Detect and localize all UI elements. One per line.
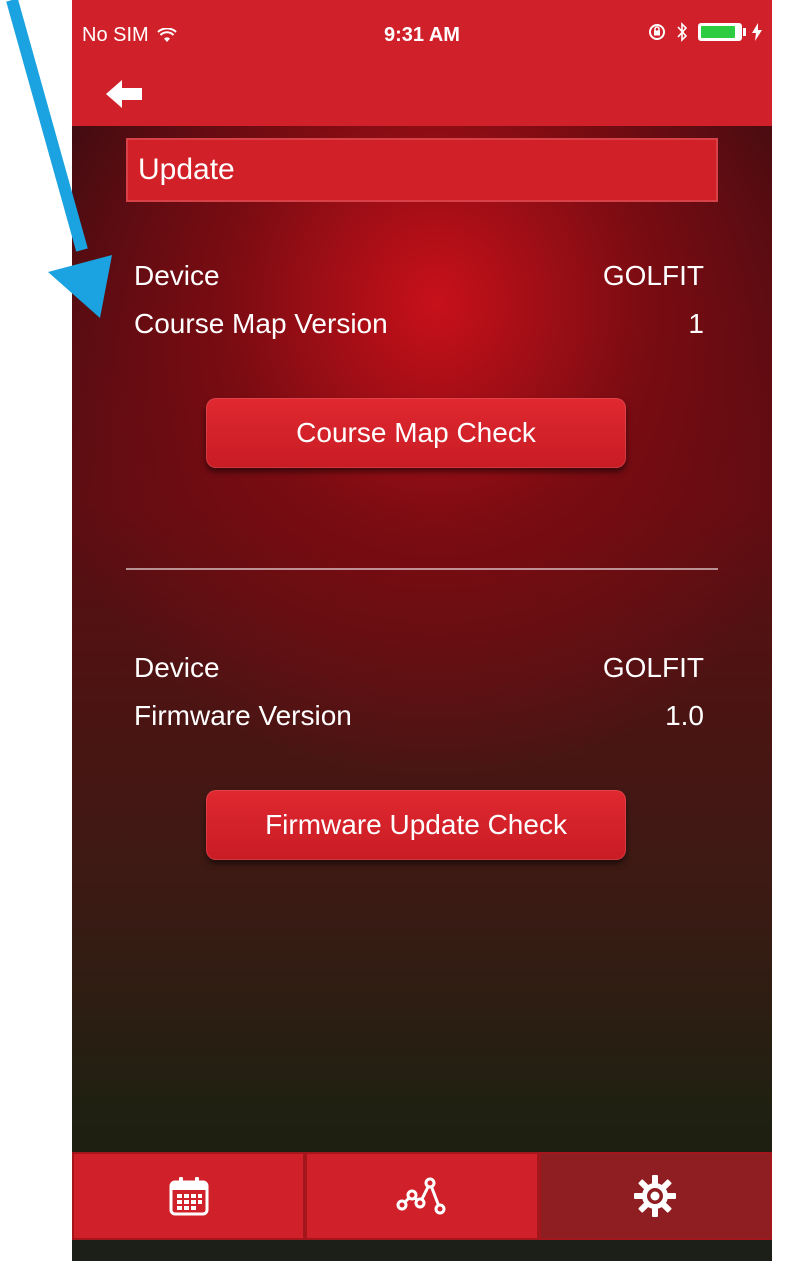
course-map-version-value: 1 [688,308,704,339]
annotation-arrow-icon [6,0,112,318]
course-device-value: GOLFIT [602,260,704,291]
tab-calendar[interactable] [72,1152,306,1240]
chart-line-icon [396,1177,446,1215]
firmware-device-value: GOLFIT [602,652,704,683]
phone-screen: No SIM 9:31 AM Update Device GOLFIT Cour… [72,0,772,1261]
calendar-icon [169,1177,209,1216]
charging-bolt-icon [752,23,762,41]
firmware-device-label: Device [134,652,220,683]
course-map-version-label: Course Map Version [134,308,388,339]
status-bar: No SIM 9:31 AM [72,0,772,62]
course-map-version-row: Course Map Version 1 [134,304,704,344]
course-device-label: Device [134,260,220,291]
bottom-strip [72,1240,772,1261]
section-header-update: Update [126,138,718,202]
firmware-device-row: Device GOLFIT [134,648,704,688]
battery-level [701,26,735,38]
firmware-version-row: Firmware Version 1.0 [134,696,704,736]
section-divider [126,568,718,570]
firmware-version-value: 1.0 [665,700,704,731]
rotation-lock-icon [649,24,665,40]
course-device-row: Device GOLFIT [134,256,704,296]
battery-icon [698,23,746,41]
course-map-check-button[interactable]: Course Map Check [206,398,626,468]
bluetooth-icon [677,22,688,42]
tab-settings[interactable] [538,1152,772,1240]
status-right [648,22,762,42]
firmware-version-label: Firmware Version [134,700,352,731]
tab-statistics[interactable] [305,1152,539,1240]
tab-bar [72,1152,772,1240]
gear-icon [634,1175,677,1217]
nav-bar [72,62,772,126]
firmware-update-check-button[interactable]: Firmware Update Check [206,790,626,860]
